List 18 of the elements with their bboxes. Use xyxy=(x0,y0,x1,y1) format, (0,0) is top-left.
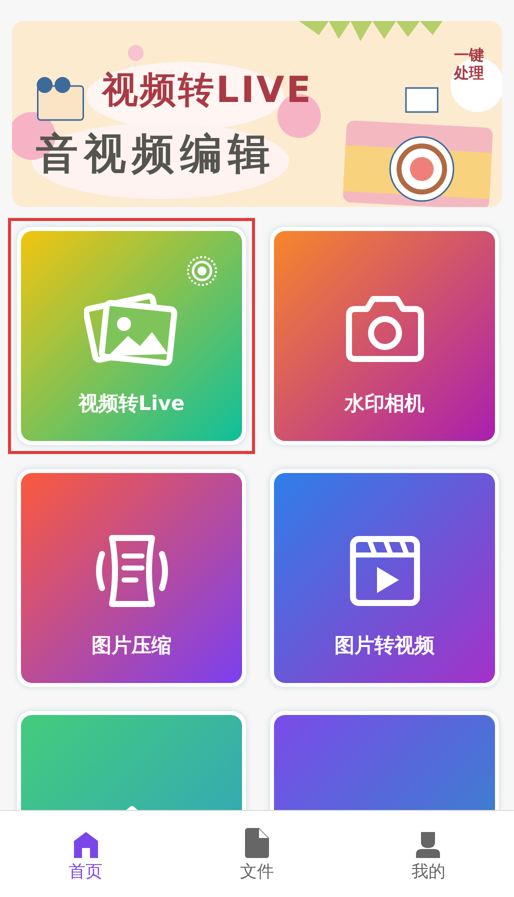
nav-tab[interactable]: 文件 xyxy=(171,811,343,897)
badge-text: 一键处理 xyxy=(452,46,485,82)
user-icon xyxy=(416,832,440,858)
banner-subtitle: 音视频编辑 xyxy=(36,133,276,175)
banner-title: 视频转LIVE xyxy=(102,73,313,109)
tool-card[interactable]: 图片转视频 xyxy=(270,469,499,687)
file-icon xyxy=(244,828,269,858)
tool-label: 视频转Live xyxy=(78,393,185,413)
home-icon xyxy=(74,832,98,858)
live-photo-icon xyxy=(186,255,218,287)
nav-tab[interactable]: 我的 xyxy=(342,811,514,897)
tool-label: 图片转视频 xyxy=(334,635,434,655)
tool-label: 图片压缩 xyxy=(92,635,172,655)
video-clip-icon xyxy=(348,535,420,607)
tool-label: 水印相机 xyxy=(344,393,424,413)
nav-tab[interactable]: 首页 xyxy=(0,811,172,897)
tool-card[interactable]: 图片压缩 xyxy=(17,469,246,687)
tool-card[interactable]: 水印相机 xyxy=(270,227,499,445)
